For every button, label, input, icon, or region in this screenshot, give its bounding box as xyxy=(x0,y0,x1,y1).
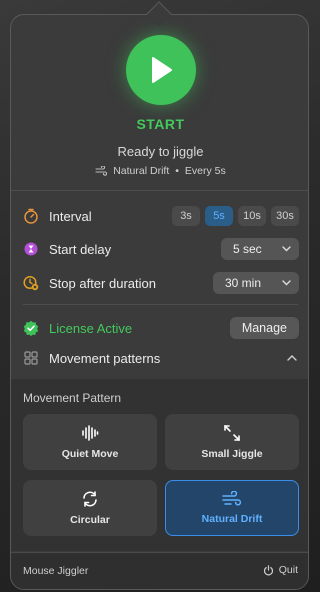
interval-summary: Every 5s xyxy=(184,165,226,177)
pattern-card-circular[interactable]: Circular xyxy=(23,480,157,536)
app-name: Mouse Jiggler xyxy=(23,565,89,577)
start-delay-label: Start delay xyxy=(49,241,112,257)
waveform-icon xyxy=(82,425,99,441)
license-status: License Active xyxy=(49,320,133,336)
pattern-label: Circular xyxy=(70,514,110,526)
license-row: License Active Manage xyxy=(23,316,299,340)
stop-after-label: Stop after duration xyxy=(49,275,156,291)
movement-patterns-toggle[interactable]: Movement patterns xyxy=(23,346,299,370)
interval-option-30s[interactable]: 30s xyxy=(271,206,299,226)
grid-icon xyxy=(23,350,39,366)
manage-license-button[interactable]: Manage xyxy=(229,317,299,339)
stop-after-value: 30 min xyxy=(225,276,262,290)
pattern-card-quiet-move[interactable]: Quiet Move xyxy=(23,414,157,470)
stop-after-row: Stop after duration 30 min xyxy=(23,271,299,295)
movement-patterns-label: Movement patterns xyxy=(49,350,161,366)
start-delay-row: Start delay 5 sec xyxy=(23,237,299,261)
movement-pattern-title: Movement Pattern xyxy=(23,391,122,405)
menu-popover: START Ready to jiggle Natural Drift • Ev… xyxy=(10,14,309,590)
expand-arrows-icon xyxy=(224,425,240,441)
start-delay-dropdown[interactable]: 5 sec xyxy=(221,238,299,260)
quit-button[interactable]: Quit xyxy=(263,564,298,576)
stop-after-dropdown[interactable]: 30 min xyxy=(213,272,299,294)
chevron-up-icon xyxy=(287,355,297,361)
separator-dot: • xyxy=(175,165,179,177)
quit-label: Quit xyxy=(278,564,298,576)
pattern-card-natural-drift[interactable]: Natural Drift xyxy=(165,480,299,536)
verified-badge-icon xyxy=(23,320,39,336)
power-icon xyxy=(263,564,273,575)
start-label: START xyxy=(136,116,185,132)
play-icon xyxy=(151,57,172,83)
pattern-card-small-jiggle[interactable]: Small Jiggle xyxy=(165,414,299,470)
pattern-label: Quiet Move xyxy=(61,448,119,460)
interval-segmented-control: 3s 5s 10s 30s xyxy=(172,206,299,226)
footer: Mouse Jiggler Quit xyxy=(11,552,308,589)
status-text: Ready to jiggle xyxy=(117,144,204,159)
divider xyxy=(11,190,308,191)
pattern-label: Natural Drift xyxy=(201,513,263,525)
interval-option-5s[interactable]: 5s xyxy=(205,206,233,226)
mode-name: Natural Drift xyxy=(113,165,170,177)
interval-option-3s[interactable]: 3s xyxy=(172,206,200,226)
chevron-down-icon xyxy=(282,246,291,252)
mode-summary: Natural Drift • Every 5s xyxy=(11,165,308,177)
hourglass-icon xyxy=(23,241,39,257)
chevron-down-icon xyxy=(282,280,291,286)
wind-icon xyxy=(222,491,242,506)
divider xyxy=(23,304,298,305)
start-button[interactable] xyxy=(125,35,196,105)
start-delay-value: 5 sec xyxy=(233,242,262,256)
start-section: START Ready to jiggle Natural Drift • Ev… xyxy=(11,35,308,177)
wind-icon xyxy=(95,166,108,176)
interval-row: Interval 3s 5s 10s 30s xyxy=(23,204,299,228)
interval-label: Interval xyxy=(49,208,92,224)
timer-icon xyxy=(23,208,39,224)
pattern-label: Small Jiggle xyxy=(201,448,263,460)
clock-stop-icon xyxy=(23,275,39,291)
circular-arrows-icon xyxy=(83,491,97,507)
interval-option-10s[interactable]: 10s xyxy=(238,206,266,226)
